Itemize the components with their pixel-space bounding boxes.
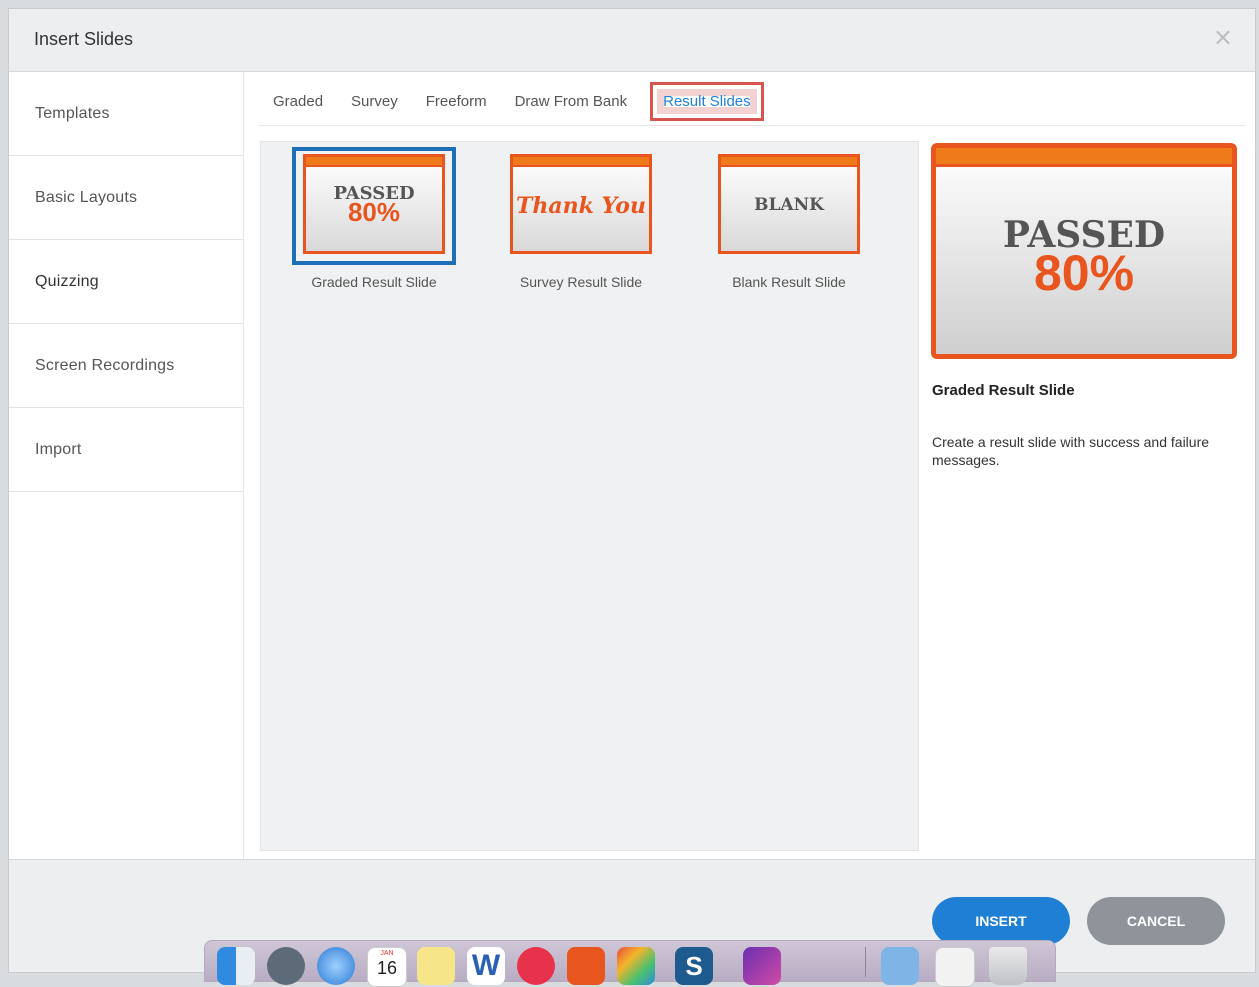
thumbnail-caption: Graded Result Slide — [311, 274, 437, 290]
folder-icon[interactable] — [881, 947, 919, 985]
thumbnail-frame: Thank You — [502, 150, 660, 262]
selected-slide-preview: PASSED 80% — [931, 143, 1237, 359]
insert-slides-dialog: Insert Slides × Templates Basic Layouts … — [8, 8, 1256, 973]
preview-description: Create a result slide with success and f… — [932, 434, 1210, 468]
thumbnail-frame: BLANK — [710, 150, 868, 262]
sidebar: Templates Basic Layouts Quizzing Screen … — [9, 72, 244, 859]
sidebar-item-label: Basic Layouts — [35, 188, 138, 206]
thumbnail-caption: Blank Result Slide — [732, 274, 846, 290]
calendar-icon[interactable]: JAN 16 — [367, 947, 407, 987]
thumbnail-blank-result-slide[interactable]: BLANK Blank Result Slide — [704, 150, 874, 290]
sidebar-item-label: Templates — [35, 104, 110, 122]
sidebar-item-basic-layouts[interactable]: Basic Layouts — [9, 156, 243, 240]
calendar-month-label: JAN — [380, 950, 394, 957]
mini-blank-text: BLANK — [754, 195, 824, 215]
sidebar-item-quizzing[interactable]: Quizzing — [9, 240, 243, 324]
tab-freeform[interactable]: Freeform — [424, 89, 489, 114]
safari-icon[interactable] — [317, 947, 355, 985]
dialog-title: Insert Slides — [34, 29, 134, 49]
preview-title: Graded Result Slide — [932, 382, 1075, 399]
mini-percent-text: 80% — [347, 197, 401, 227]
sidebar-item-label: Screen Recordings — [35, 356, 175, 374]
slide-gallery: PASSED 80% Graded Result Slide Thank You… — [260, 141, 919, 851]
app-icon[interactable] — [617, 947, 655, 985]
thumbnail-frame: PASSED 80% — [292, 147, 456, 265]
app-icon[interactable] — [743, 947, 781, 985]
thumbnail-graded-result-slide[interactable]: PASSED 80% Graded Result Slide — [289, 147, 459, 290]
launchpad-icon[interactable] — [267, 947, 305, 985]
slide-type-tabs: Graded Survey Freeform Draw From Bank Re… — [271, 82, 781, 121]
sidebar-item-screen-recordings[interactable]: Screen Recordings — [9, 324, 243, 408]
sidebar-item-label: Import — [35, 440, 82, 458]
tab-divider — [259, 125, 1245, 126]
sidebar-item-label: Quizzing — [35, 272, 99, 290]
thumbnail-survey-result-slide[interactable]: Thank You Survey Result Slide — [496, 150, 666, 290]
cancel-button[interactable]: CANCEL — [1087, 897, 1225, 945]
slide-preview-mini: BLANK — [718, 154, 860, 254]
slide-header-bar — [721, 157, 857, 167]
slide-preview-mini: PASSED 80% — [303, 154, 445, 254]
notes-icon[interactable] — [417, 947, 455, 985]
mini-thank-you-text: Thank You — [516, 193, 646, 219]
finder-icon[interactable] — [217, 947, 255, 985]
preview-icon[interactable] — [935, 947, 975, 987]
insert-button[interactable]: INSERT — [932, 897, 1070, 945]
tab-result-slides[interactable]: Result Slides — [650, 82, 764, 121]
thumbnail-caption: Survey Result Slide — [519, 274, 643, 290]
sidebar-item-templates[interactable]: Templates — [9, 72, 243, 156]
tab-survey[interactable]: Survey — [349, 89, 400, 114]
slide-header-bar — [936, 148, 1232, 167]
slide-preview-mini: Thank You — [510, 154, 652, 254]
word-icon[interactable]: W — [467, 947, 505, 985]
trash-icon[interactable] — [989, 947, 1027, 985]
music-icon[interactable] — [517, 947, 555, 985]
calendar-day-label: 16 — [376, 958, 398, 978]
preview-percent-text: 80% — [1033, 245, 1135, 301]
slide-header-bar — [306, 157, 442, 167]
sidebar-item-import[interactable]: Import — [9, 408, 243, 492]
tab-draw-from-bank[interactable]: Draw From Bank — [513, 89, 630, 114]
dialog-titlebar: Insert Slides × — [9, 9, 1255, 72]
macos-dock: JAN 16 W S — [204, 940, 1056, 987]
snagit-icon[interactable]: S — [675, 947, 713, 985]
close-icon[interactable]: × — [1213, 25, 1233, 49]
slide-header-bar — [513, 157, 649, 167]
tab-graded[interactable]: Graded — [271, 89, 325, 114]
app-icon[interactable] — [567, 947, 605, 985]
